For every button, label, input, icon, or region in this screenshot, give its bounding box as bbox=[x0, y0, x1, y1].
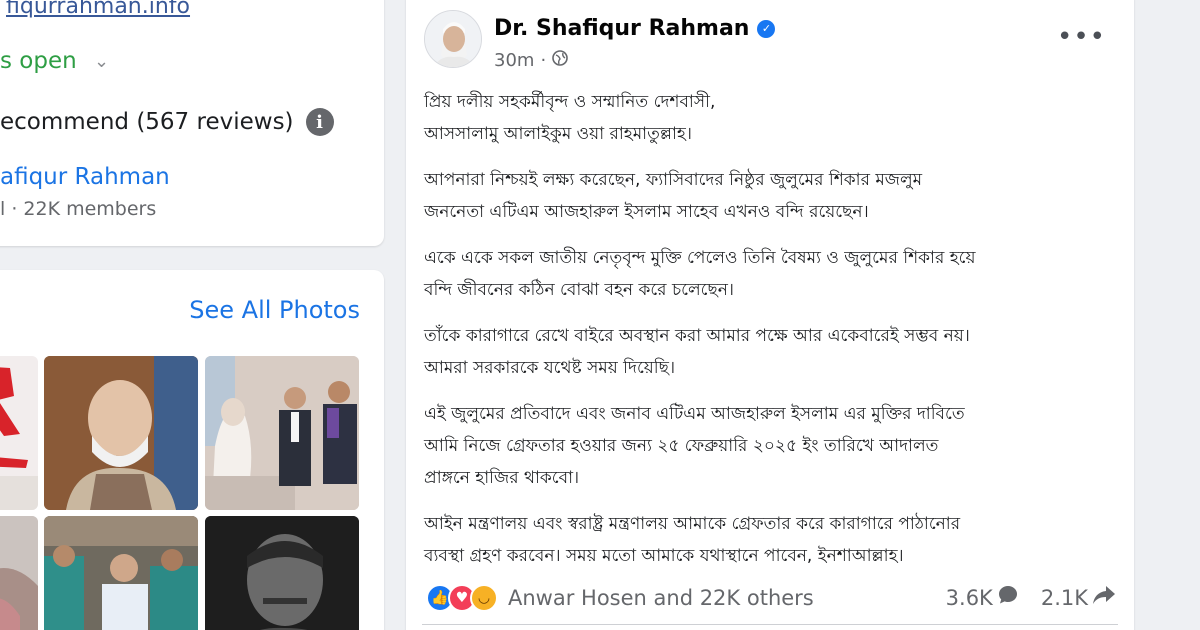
comments-count-value: 3.6K bbox=[945, 585, 993, 610]
post-divider bbox=[422, 624, 1118, 625]
post-line: তাঁকে কারাগারে রেখে বাইরে অবস্থান করা আম… bbox=[424, 326, 970, 346]
author-name[interactable]: Dr. Shafiqur Rahman bbox=[494, 16, 749, 41]
group-members: l · 22K members bbox=[0, 198, 157, 220]
shares-count[interactable]: 2.1K bbox=[1041, 584, 1116, 611]
post-paragraph: আপনারা নিশ্চয়ই লক্ষ্য করেছেন, ফ্যাসিবাদ… bbox=[424, 164, 1114, 228]
engagement-counts: 3.6K 2.1K bbox=[924, 584, 1116, 611]
post-line: প্রিয় দলীয় সহকর্মীবৃন্দ ও সম্মানিত দেশ… bbox=[424, 92, 716, 112]
photo-thumbnail[interactable] bbox=[0, 516, 38, 630]
info-icon[interactable]: i bbox=[305, 108, 334, 136]
photo-thumbnail[interactable] bbox=[44, 356, 198, 510]
post-paragraph: প্রিয় দলীয় সহকর্মীবৃন্দ ও সম্মানিত দেশ… bbox=[424, 86, 1114, 150]
facebook-page: fiqurrahman.info s open ⌄ ecommend (567 … bbox=[0, 0, 1200, 630]
group-link[interactable]: afiqur Rahman bbox=[0, 164, 170, 190]
post-meta: 30m · bbox=[494, 50, 568, 71]
post-body: প্রিয় দলীয় সহকর্মীবৃন্দ ও সম্মানিত দেশ… bbox=[424, 86, 1114, 586]
reviews-row: ecommend (567 reviews) i bbox=[0, 108, 334, 136]
reactions-summary[interactable]: 👍 ♥ ◡ Anwar Hosen and 22K others bbox=[426, 584, 814, 612]
reaction-icons: 👍 ♥ ◡ bbox=[426, 584, 498, 612]
post-paragraph: তাঁকে কারাগারে রেখে বাইরে অবস্থান করা আম… bbox=[424, 320, 1114, 384]
more-options-icon[interactable]: ••• bbox=[1057, 24, 1106, 50]
post-line: আইন মন্ত্রণালয় এবং স্বরাষ্ট্র মন্ত্রণাল… bbox=[424, 514, 961, 534]
photos-card: See All Photos bbox=[0, 270, 384, 630]
comment-icon bbox=[997, 584, 1019, 611]
author-avatar[interactable] bbox=[424, 10, 482, 68]
reactions-text[interactable]: Anwar Hosen and 22K others bbox=[508, 586, 814, 610]
website-link[interactable]: fiqurrahman.info bbox=[6, 0, 190, 19]
shares-count-value: 2.1K bbox=[1040, 585, 1088, 610]
post-line: একে একে সকল জাতীয় নেতৃবৃন্দ মুক্তি পেলে… bbox=[424, 248, 976, 268]
photo-thumbnail[interactable] bbox=[205, 516, 359, 630]
post-paragraph: একে একে সকল জাতীয় নেতৃবৃন্দ মুক্তি পেলে… bbox=[424, 242, 1114, 306]
post-paragraph: এই জুলুমের প্রতিবাদে এবং জনাব এটিএম আজহা… bbox=[424, 398, 1114, 494]
post-line: আমি নিজে গ্রেফতার হওয়ার জন্য ২৫ ফেব্রুয… bbox=[424, 436, 939, 456]
haha-icon: ◡ bbox=[470, 584, 498, 612]
post-line: বন্দি জীবনের কঠিন বোঝা বহন করে চলেছেন। bbox=[424, 280, 734, 300]
post-line: জননেতা এটিএম আজহারুল ইসলাম সাহেব এখনও বন… bbox=[424, 202, 869, 222]
meta-separator: · bbox=[540, 50, 547, 71]
post-line: আপনারা নিশ্চয়ই লক্ষ্য করেছেন, ফ্যাসিবাদ… bbox=[424, 170, 923, 190]
see-all-photos-link[interactable]: See All Photos bbox=[189, 296, 360, 324]
share-icon bbox=[1092, 584, 1116, 611]
photo-thumbnail[interactable] bbox=[205, 356, 359, 510]
verified-badge-icon: ✓ bbox=[757, 19, 776, 38]
post-author[interactable]: Dr. Shafiqur Rahman ✓ bbox=[494, 16, 776, 41]
post-line: আমরা সরকারকে যথেষ্ট সময় দিয়েছি। bbox=[424, 358, 676, 378]
intro-card: fiqurrahman.info s open ⌄ ecommend (567 … bbox=[0, 0, 384, 246]
globe-icon[interactable] bbox=[552, 50, 568, 71]
post-line: প্রাঙ্গনে হাজির থাকবো। bbox=[424, 468, 580, 488]
reviews-label: ecommend (567 reviews) bbox=[0, 109, 294, 135]
post-card: Dr. Shafiqur Rahman ✓ 30m · ••• প্রিয় দ… bbox=[406, 0, 1134, 630]
comments-count[interactable]: 3.6K bbox=[946, 584, 1019, 611]
post-line: আসসালামু আলাইকুম ওয়া রাহমাতুল্লাহ। bbox=[424, 124, 692, 144]
hours-label: s open bbox=[0, 48, 77, 74]
hours-status[interactable]: s open ⌄ bbox=[0, 48, 109, 74]
post-line: এই জুলুমের প্রতিবাদে এবং জনাব এটিএম আজহা… bbox=[424, 404, 965, 424]
chevron-down-icon[interactable]: ⌄ bbox=[94, 51, 109, 72]
post-paragraph: আইন মন্ত্রণালয় এবং স্বরাষ্ট্র মন্ত্রণাল… bbox=[424, 508, 1114, 572]
photo-thumbnail[interactable] bbox=[0, 356, 38, 510]
post-line: ব্যবস্থা গ্রহণ করবেন। সময় মতো আমাকে যথা… bbox=[424, 546, 904, 566]
post-time[interactable]: 30m bbox=[494, 50, 534, 71]
photo-thumbnail[interactable] bbox=[44, 516, 198, 630]
